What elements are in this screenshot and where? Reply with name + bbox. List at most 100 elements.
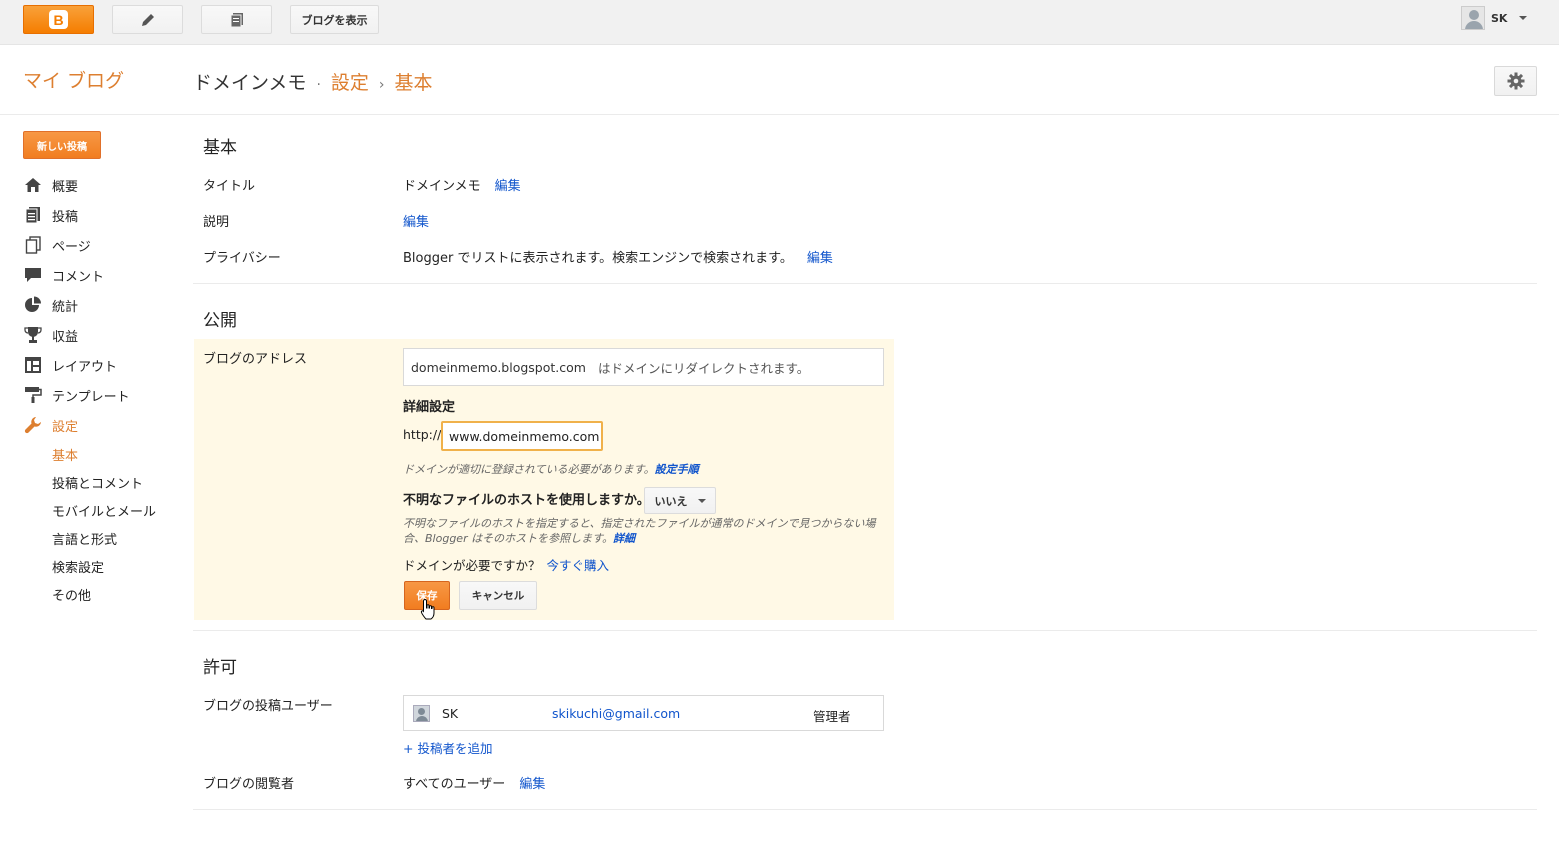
breadcrumb-settings[interactable]: 設定	[331, 68, 369, 95]
domain-hint-text: ドメインが適切に登録されている必要があります。	[403, 463, 655, 476]
new-post-pencil-button[interactable]	[112, 5, 183, 34]
need-domain-text: ドメインが必要ですか？	[403, 558, 541, 573]
sidebar-item-label: レイアウト	[52, 359, 118, 375]
gear-icon	[1507, 72, 1524, 90]
fallback-host-question: 不明なファイルのホストを使用しますか。	[403, 493, 650, 508]
trophy-icon	[23, 326, 42, 345]
user-name: SK	[1491, 11, 1508, 25]
blog-readers-value: すべてのユーザー	[403, 777, 506, 792]
privacy-row: Blogger でリストに表示されます。検索エンジンで検索されます。 編集	[403, 247, 833, 266]
subnav-item-search[interactable]: 検索設定	[52, 552, 156, 580]
sidebar-item-overview[interactable]: 概要	[23, 170, 130, 200]
sidebar-item-earnings[interactable]: 収益	[23, 320, 130, 350]
subnav-item-mobile-email[interactable]: モバイルとメール	[52, 496, 156, 524]
template-icon	[23, 386, 42, 405]
blog-address-label: ブログのアドレス	[203, 352, 308, 367]
privacy-edit-link[interactable]: 編集	[807, 247, 833, 266]
sidebar-item-pages[interactable]: ページ	[23, 230, 130, 260]
sidebar-item-label: ページ	[52, 239, 91, 255]
breadcrumb-arrow: ›	[378, 77, 385, 93]
section-title-permissions: 許可	[203, 658, 237, 678]
blogger-logo-icon: B	[49, 10, 68, 29]
pages-icon	[23, 236, 42, 255]
add-author-link[interactable]: + 投稿者を追加	[403, 738, 492, 757]
title-value: ドメインメモ	[403, 179, 481, 194]
title-label: タイトル	[203, 179, 256, 194]
sidebar-item-posts[interactable]: 投稿	[23, 200, 130, 230]
pencil-icon	[141, 13, 154, 26]
sidebar-item-settings[interactable]: 設定	[23, 410, 130, 440]
avatar	[1461, 6, 1485, 30]
need-domain-row: ドメインが必要ですか？ 今すぐ購入	[403, 555, 609, 574]
fallback-host-select[interactable]: いいえ	[644, 487, 716, 514]
header-divider	[0, 114, 1559, 115]
blogger-logo-button[interactable]: B	[23, 5, 94, 34]
sidebar-item-stats[interactable]: 統計	[23, 290, 130, 320]
settings-gear-button[interactable]	[1494, 66, 1537, 96]
wrench-icon	[23, 416, 42, 435]
cancel-button[interactable]: キャンセル	[459, 581, 537, 610]
posts-list-button[interactable]	[201, 5, 272, 34]
title-edit-link[interactable]: 編集	[495, 175, 521, 194]
settings-subnav: 基本 投稿とコメント モバイルとメール 言語と形式 検索設定 その他	[52, 440, 156, 608]
section-divider	[193, 283, 1537, 284]
sidebar-item-layout[interactable]: レイアウト	[23, 350, 130, 380]
blog-authors-label: ブログの投稿ユーザー	[203, 699, 333, 714]
description-label: 説明	[203, 215, 230, 230]
domain-hint: ドメインが適切に登録されている必要があります。設定手順	[403, 461, 699, 477]
fallback-host-hint: 不明なファイルのホストを指定すると、指定されたファイルが通常のドメインで見つから…	[403, 516, 883, 546]
subnav-item-language-format[interactable]: 言語と形式	[52, 524, 156, 552]
breadcrumb-blog-name: ドメインメモ	[193, 72, 307, 94]
readers-edit-link[interactable]: 編集	[519, 773, 545, 792]
breadcrumb: ドメインメモ · 設定 › 基本	[193, 68, 433, 95]
home-icon	[23, 176, 42, 195]
author-name: SK	[442, 706, 459, 721]
custom-domain-input[interactable]	[441, 421, 603, 451]
stats-icon	[23, 296, 42, 315]
comment-icon	[23, 266, 42, 285]
subnav-item-other[interactable]: その他	[52, 580, 156, 608]
documents-icon	[230, 12, 243, 27]
blog-readers-row: すべてのユーザー 編集	[403, 773, 545, 792]
layout-icon	[23, 356, 42, 375]
blog-readers-label: ブログの閲覧者	[203, 777, 295, 792]
posts-icon	[23, 206, 42, 225]
subnav-item-basic[interactable]: 基本	[52, 440, 156, 468]
sidebar-item-label: 統計	[52, 299, 79, 315]
view-blog-button[interactable]: ブログを表示	[290, 5, 379, 34]
sidebar-item-label: テンプレート	[52, 389, 130, 405]
sidebar-item-comments[interactable]: コメント	[23, 260, 130, 290]
section-title-basic: 基本	[203, 138, 237, 158]
top-bar: B ブログを表示 SK	[0, 0, 1559, 45]
details-link[interactable]: 詳細	[613, 532, 635, 545]
breadcrumb-dot: ·	[316, 77, 321, 93]
privacy-label: プライバシー	[203, 251, 281, 266]
chevron-down-icon	[1519, 16, 1528, 20]
sidebar-item-template[interactable]: テンプレート	[23, 380, 130, 410]
new-post-button[interactable]: 新しい投稿	[23, 131, 101, 159]
description-edit-link[interactable]: 編集	[403, 211, 429, 230]
section-divider	[193, 809, 1537, 810]
sidebar-item-label: コメント	[52, 269, 105, 285]
chevron-down-icon	[697, 498, 706, 503]
subnav-item-posts-comments[interactable]: 投稿とコメント	[52, 468, 156, 496]
section-divider	[193, 630, 1537, 631]
setup-instructions-link[interactable]: 設定手順	[655, 463, 699, 476]
blog-address-value: domeinmemo.blogspot.com	[411, 359, 586, 375]
sidebar-item-label: 概要	[52, 179, 79, 195]
author-row: SK skikuchi@gmail.com 管理者	[403, 695, 884, 731]
description-row: 編集	[403, 211, 429, 230]
sidebar-nav: 概要 投稿 ページ コメント 統計 収益 レイアウト テンプレート 設定	[23, 170, 130, 440]
sidebar-item-label: 設定	[52, 419, 79, 435]
sidebar-item-label: 投稿	[52, 209, 79, 225]
author-email-link[interactable]: skikuchi@gmail.com	[552, 706, 680, 721]
author-avatar	[413, 705, 430, 722]
blog-address-note: はドメインにリダイレクトされます。	[597, 360, 810, 376]
author-role: 管理者	[813, 709, 851, 724]
my-blog-link[interactable]: マイ ブログ	[23, 66, 124, 93]
buy-now-link[interactable]: 今すぐ購入	[547, 555, 610, 574]
privacy-value: Blogger でリストに表示されます。検索エンジンで検索されます。	[403, 251, 793, 266]
advanced-settings-heading: 詳細設定	[403, 400, 456, 415]
account-menu[interactable]: SK	[1461, 6, 1528, 30]
fallback-host-hint-text: 不明なファイルのホストを指定すると、指定されたファイルが通常のドメインで見つから…	[403, 517, 876, 545]
